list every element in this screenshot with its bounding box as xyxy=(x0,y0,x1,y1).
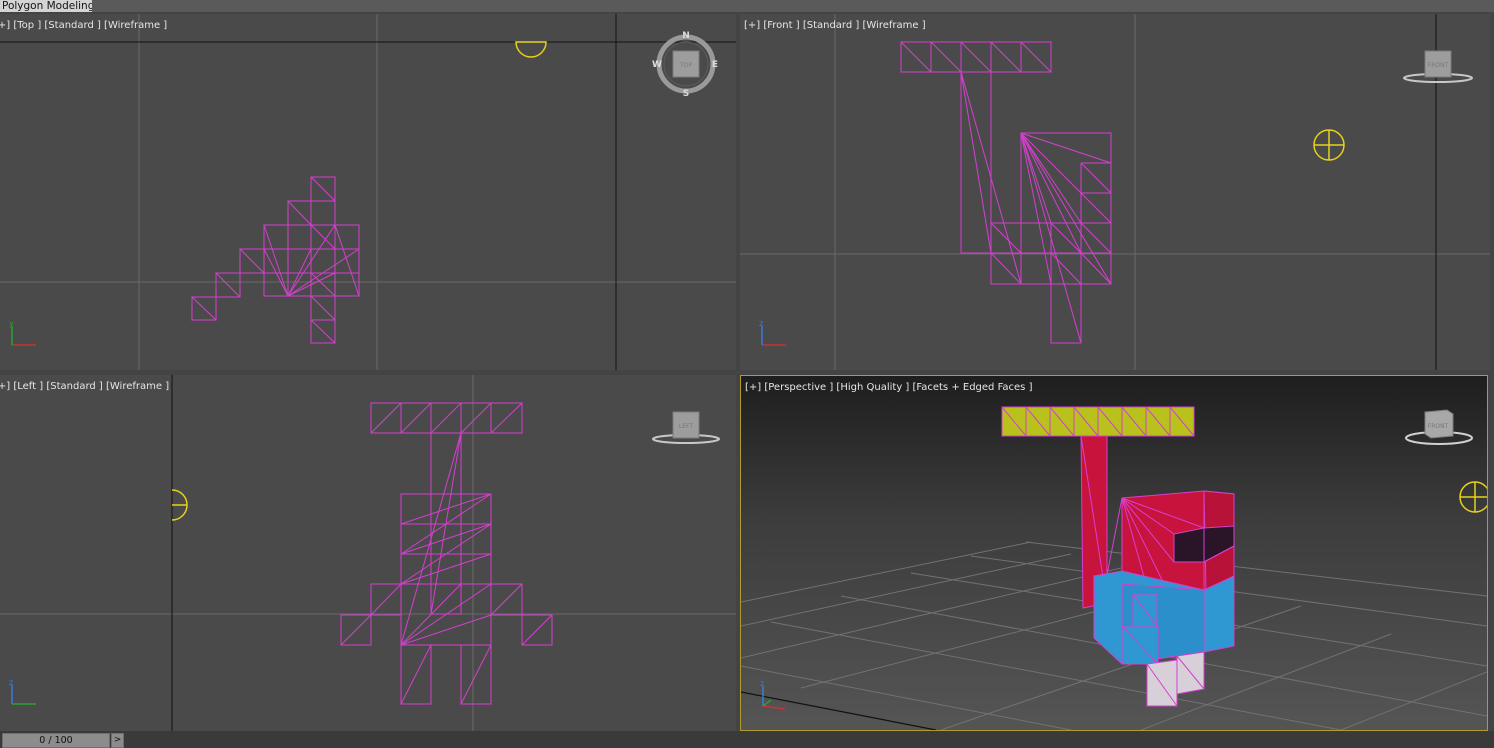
top-wire-mesh[interactable] xyxy=(191,176,360,344)
viewcube-front-label: FRONT xyxy=(1428,62,1449,69)
ribbon-tab-polygon-modeling[interactable]: Polygon Modeling xyxy=(0,0,100,12)
front-wire-mesh[interactable] xyxy=(900,41,1112,344)
left-wire-mesh[interactable] xyxy=(340,402,553,705)
perspective-viewcube[interactable]: FRONT xyxy=(1405,409,1473,445)
viewport-front[interactable]: FRONT z [+] [Front ] [Standard ] [Wirefr… xyxy=(740,14,1490,370)
top-viewport-canvas: TOP N S E W y xyxy=(0,14,736,370)
front-light-gizmo[interactable] xyxy=(1313,129,1345,161)
viewport-label-top[interactable]: [+] [Top ] [Standard ] [Wireframe ] xyxy=(0,20,167,31)
left-grid xyxy=(0,375,736,731)
top-axis-tripod-icon: y xyxy=(9,319,36,346)
compass-east: E xyxy=(712,60,718,70)
top-compass[interactable]: TOP N S E W xyxy=(652,31,718,99)
front-viewport-canvas: FRONT z xyxy=(740,14,1490,370)
compass-south: S xyxy=(683,89,689,99)
front-grid xyxy=(740,14,1490,370)
top-grid xyxy=(0,14,736,370)
perspective-axis-tripod-icon: z xyxy=(760,679,786,710)
viewport-left[interactable]: LEFT z [+] [Left ] [Standard ] [Wirefram… xyxy=(0,375,736,731)
left-light-gizmo[interactable] xyxy=(171,489,188,521)
viewport-label-front[interactable]: [+] [Front ] [Standard ] [Wireframe ] xyxy=(744,20,926,31)
compass-north: N xyxy=(682,31,690,41)
svg-text:y: y xyxy=(9,319,14,328)
front-axis-tripod-icon: z xyxy=(759,319,786,346)
svg-text:z: z xyxy=(9,678,13,687)
perspective-viewport-canvas: FRONT z xyxy=(741,406,1487,730)
viewcube-top-label: TOP xyxy=(679,62,692,69)
viewport-top[interactable]: TOP N S E W y [+] [Top ] [Standard ] [Wi… xyxy=(0,14,736,370)
svg-text:z: z xyxy=(759,319,763,328)
viewcube-persp-label: FRONT xyxy=(1428,423,1449,430)
viewcube-left-label: LEFT xyxy=(679,423,693,430)
left-viewcube[interactable]: LEFT xyxy=(652,411,720,444)
time-next-button[interactable]: > xyxy=(111,733,124,748)
left-axis-tripod-icon: z xyxy=(9,678,36,705)
viewport-label-perspective[interactable]: [+] [Perspective ] [High Quality ] [Face… xyxy=(745,382,1032,393)
perspective-light-gizmo[interactable] xyxy=(1459,481,1487,513)
status-bar xyxy=(0,731,1494,748)
ribbon-bar xyxy=(92,0,1494,12)
compass-west: W xyxy=(652,60,662,70)
perspective-model[interactable] xyxy=(1001,406,1235,707)
front-viewcube[interactable]: FRONT xyxy=(1403,50,1473,83)
svg-text:z: z xyxy=(760,679,764,688)
time-slider[interactable]: 0 / 100 xyxy=(2,733,110,748)
top-world-axes xyxy=(0,14,736,370)
left-viewport-canvas: LEFT z xyxy=(0,375,736,731)
viewport-label-left[interactable]: [+] [Left ] [Standard ] [Wireframe ] xyxy=(0,381,169,392)
top-light-gizmo[interactable] xyxy=(515,41,547,58)
viewport-perspective[interactable]: FRONT z [+] [Perspective ] [High Quality… xyxy=(740,375,1488,731)
